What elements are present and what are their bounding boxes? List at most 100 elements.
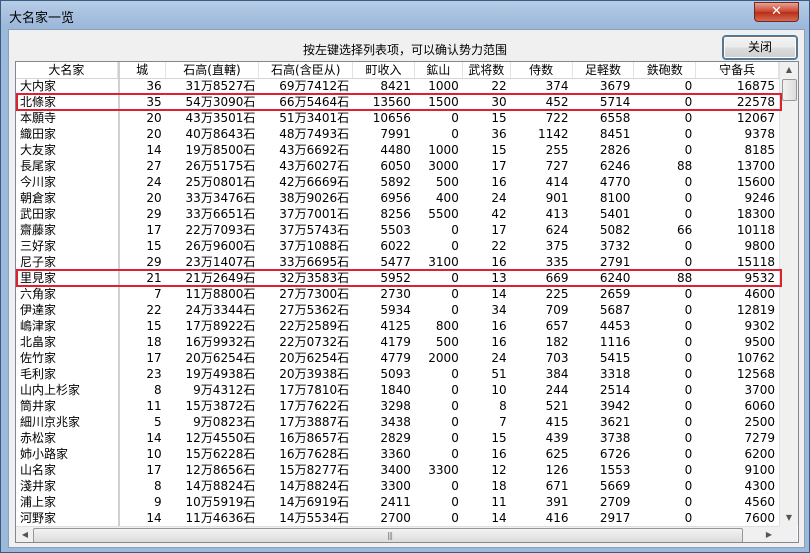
- table-row[interactable]: 山内上杉家 8 9万4312石 17万7810石 1840 0 10 244 2514 0 3700: [16, 382, 779, 398]
- table-row[interactable]: 長尾家 27 26万5175石 43万6027石 6050 3000 17 727 6246 88…: [16, 158, 779, 174]
- column-header[interactable]: 城: [120, 62, 166, 78]
- table-cell: 5093: [380, 367, 411, 381]
- table-row[interactable]: 嶋津家 15 17万8922石 22万2589石 4125 800 16 657 4453 0 93…: [16, 318, 779, 334]
- table-cell: 4300: [744, 479, 776, 493]
- table-cell: 31万8527石: [185, 79, 256, 93]
- table-cell: 0: [451, 223, 459, 237]
- table-cell: 15万3872石: [185, 399, 256, 413]
- scroll-up-icon[interactable]: ▲: [781, 62, 797, 78]
- table-row[interactable]: 淺井家 8 14万8824石 14万8824石 3300 0 18 671 5669 0 4300: [16, 478, 779, 494]
- table-cell: 10118: [736, 223, 776, 237]
- table-cell: 0: [684, 79, 693, 93]
- table-cell: 0: [684, 335, 693, 349]
- table-cell: 4600: [744, 287, 776, 301]
- table-cell: 40万8643石: [185, 127, 256, 141]
- table-row[interactable]: 今川家 24 25万0801石 42万6669石 5892 500 16 414 4770 0 15…: [16, 174, 779, 190]
- close-dialog-button[interactable]: 关闭: [723, 36, 797, 59]
- table-cell: 20: [146, 111, 162, 125]
- horizontal-scrollbar[interactable]: ◀ ||| ▶: [16, 526, 779, 542]
- daimyo-name-cell: 淺井家: [20, 479, 57, 493]
- column-header[interactable]: 侍数: [511, 62, 573, 78]
- table-row[interactable]: 齋藤家 17 22万7093石 37万5743石 5503 0 17 624 5082 66 101…: [16, 222, 779, 238]
- table-row[interactable]: 筒井家 11 15万3872石 17万7622石 3298 0 8 521 3942 0 6060: [16, 398, 779, 414]
- table-cell: 16: [491, 255, 507, 269]
- vertical-scroll-thumb[interactable]: [782, 79, 797, 101]
- table-cell: 0: [684, 239, 693, 253]
- table-cell: 2791: [599, 255, 631, 269]
- table-row[interactable]: 織田家 20 40万8643石 48万7493石 7991 0 36 1142 8451 0 937…: [16, 126, 779, 142]
- table-cell: 27: [146, 159, 162, 173]
- table-row[interactable]: 山名家 17 12万8656石 15万8277石 3400 3300 12 126 1553 0 9…: [16, 462, 779, 478]
- table-row[interactable]: 本願寺 20 43万3501石 51万3401石 10656 0 15 722 6558 0 120…: [16, 110, 779, 126]
- table-cell: 22万7093石: [185, 223, 256, 237]
- table-cell: 21: [146, 271, 162, 285]
- column-header[interactable]: 武将数: [463, 62, 511, 78]
- table-row[interactable]: 毛利家 23 19万4938石 20万3938石 5093 0 51 384 3318 0 1256…: [16, 366, 779, 382]
- table-cell: 29: [146, 207, 162, 221]
- daimyo-name-cell: 長尾家: [20, 159, 57, 173]
- table-row[interactable]: 大友家 14 19万8500石 43万6692石 4480 1000 15 255 2826 0 8…: [16, 142, 779, 158]
- instruction-text: 按左键选择列表项，可以确认势力范围: [303, 43, 508, 57]
- column-header[interactable]: 守备兵: [696, 62, 780, 78]
- table-cell: 0: [684, 319, 693, 333]
- vertical-scrollbar[interactable]: ▲ ▼: [779, 62, 798, 526]
- table-cell: 0: [684, 511, 693, 525]
- table-cell: 17: [146, 223, 162, 237]
- table-row[interactable]: 河野家 14 11万4636石 14万5534石 2700 0 14 416 2917 0 7600: [16, 510, 779, 526]
- table-row[interactable]: 尼子家 29 23万1407石 33万6695石 5477 3100 16 335 2791 0 1…: [16, 254, 779, 270]
- scroll-left-icon[interactable]: ◀: [17, 527, 33, 542]
- table-cell: 244: [545, 383, 569, 397]
- table-row[interactable]: 姉小路家 10 15万6228石 16万7628石 3360 0 16 625 6726 0 620…: [16, 446, 779, 462]
- table-cell: 255: [545, 143, 569, 157]
- table-cell: 0: [684, 415, 693, 429]
- table-cell: 0: [451, 431, 459, 445]
- scroll-right-icon[interactable]: ▶: [761, 527, 777, 542]
- table-row[interactable]: 北條家 35 54万3090石 66万5464石 13560 1500 30 452 5714 0…: [16, 94, 779, 110]
- table-row[interactable]: 細川京兆家 5 9万0823石 17万3887石 3438 0 7 415 3621 0 2500: [16, 414, 779, 430]
- column-header[interactable]: 足軽数: [573, 62, 635, 78]
- title-bar[interactable]: 大名家一览 ✕: [1, 1, 809, 28]
- table-row[interactable]: 赤松家 14 12万4550石 16万8657石 2829 0 15 439 3738 0 7279: [16, 430, 779, 446]
- column-header[interactable]: 大名家: [16, 62, 118, 78]
- table-row[interactable]: 武田家 29 33万6651石 37万7001石 8256 5500 42 413 5401 0 1…: [16, 206, 779, 222]
- table-cell: 5934: [380, 303, 411, 317]
- table-row[interactable]: 朝倉家 20 33万3476石 38万9026石 6956 400 24 901 8100 0 92…: [16, 190, 779, 206]
- table-cell: 1000: [428, 143, 459, 157]
- column-header[interactable]: 鉄砲数: [634, 62, 697, 78]
- table-row[interactable]: 佐竹家 17 20万6254石 20万6254石 4779 2000 24 703 5415 0 1…: [16, 350, 779, 366]
- table-cell: 15万8277石: [279, 463, 350, 477]
- table-cell: 0: [451, 367, 459, 381]
- table-row[interactable]: 六角家 7 11万8800石 27万7300石 2730 0 14 225 2659 0 4600: [16, 286, 779, 302]
- table-cell: 500: [435, 175, 459, 189]
- table-cell: 5892: [380, 175, 411, 189]
- table-row[interactable]: 里見家 21 21万2649石 32万3583石 5952 0 13 669 6240 88 953…: [16, 270, 779, 286]
- table-cell: 415: [545, 415, 569, 429]
- scroll-down-icon[interactable]: ▼: [781, 510, 797, 526]
- table-row[interactable]: 浦上家 9 10万5919石 14万6919石 2411 0 11 391 2709 0 4560: [16, 494, 779, 510]
- table-cell: 6246: [599, 159, 631, 173]
- table-cell: 2514: [599, 383, 631, 397]
- daimyo-name-cell: 里見家: [20, 271, 57, 285]
- table-cell: 12067: [736, 111, 776, 125]
- table-cell: 400: [435, 191, 459, 205]
- table-row[interactable]: 北畠家 18 16万9932石 22万0732石 4179 500 16 182 1116 0 95…: [16, 334, 779, 350]
- table-cell: 3298: [380, 399, 411, 413]
- table-cell: 4179: [380, 335, 411, 349]
- table-row[interactable]: 三好家 15 26万9600石 37万1088石 6022 0 22 375 3732 0 9800: [16, 238, 779, 254]
- table-cell: 7991: [380, 127, 411, 141]
- table-cell: 0: [684, 447, 693, 461]
- column-header[interactable]: 町收入: [353, 62, 415, 78]
- table-cell: 6050: [380, 159, 411, 173]
- table-cell: 3300: [380, 479, 411, 493]
- column-header[interactable]: 石高(含臣从): [259, 62, 354, 78]
- table-row[interactable]: 大内家 36 31万8527石 69万7412石 8421 1000 22 374 3679 0 1…: [16, 78, 779, 94]
- table-cell: 5669: [599, 479, 631, 493]
- table-row[interactable]: 伊達家 22 24万3344石 27万5362石 5934 0 34 709 5687 0 1281…: [16, 302, 779, 318]
- window-close-button[interactable]: ✕: [754, 2, 799, 22]
- table-cell: 11万8800石: [185, 287, 256, 301]
- horizontal-scroll-thumb[interactable]: |||: [33, 528, 743, 542]
- column-header[interactable]: 鉱山: [415, 62, 463, 78]
- column-header[interactable]: 石高(直轄): [166, 62, 260, 78]
- table-cell: 12819: [736, 303, 776, 317]
- table-cell: 416: [545, 511, 569, 525]
